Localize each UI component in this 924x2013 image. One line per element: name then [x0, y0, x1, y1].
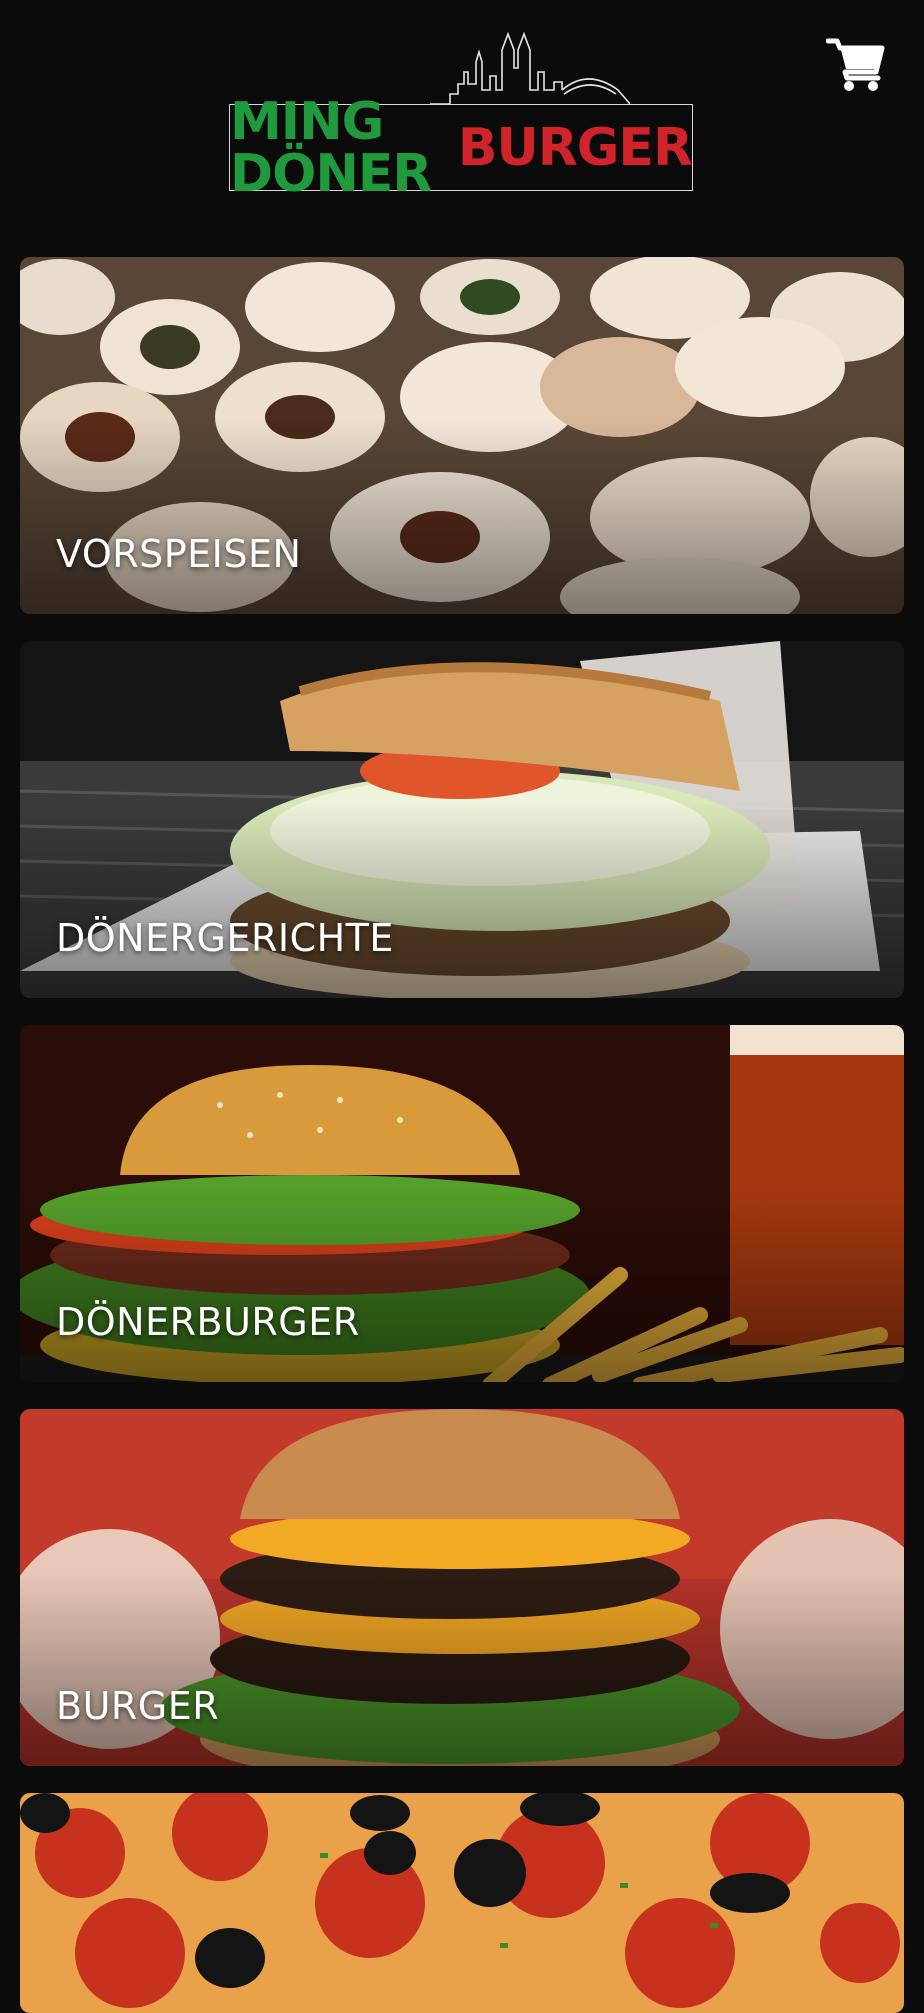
category-label: VORSPEISEN: [56, 532, 302, 576]
shopping-cart-icon[interactable]: [826, 36, 886, 92]
logo-text-green: MING DÖNER: [230, 91, 432, 204]
category-card-vorspeisen[interactable]: VORSPEISEN: [20, 257, 904, 614]
category-image-pizza: [20, 1793, 904, 2013]
category-label: BURGER: [56, 1684, 220, 1728]
city-skyline-icon: [430, 32, 630, 105]
logo-text-red: BURGER: [457, 117, 693, 178]
category-card-burger[interactable]: BURGER: [20, 1409, 904, 1766]
brand-logo[interactable]: MING DÖNER BURGER: [229, 96, 693, 200]
category-card-pizza[interactable]: [20, 1793, 904, 2013]
category-label: DÖNERBURGER: [56, 1300, 360, 1344]
app-header: MING DÖNER BURGER: [0, 0, 924, 250]
category-card-doenerburger[interactable]: DÖNERBURGER: [20, 1025, 904, 1382]
category-card-doenergerichte[interactable]: DÖNERGERICHTE: [20, 641, 904, 998]
category-label: DÖNERGERICHTE: [56, 916, 394, 960]
